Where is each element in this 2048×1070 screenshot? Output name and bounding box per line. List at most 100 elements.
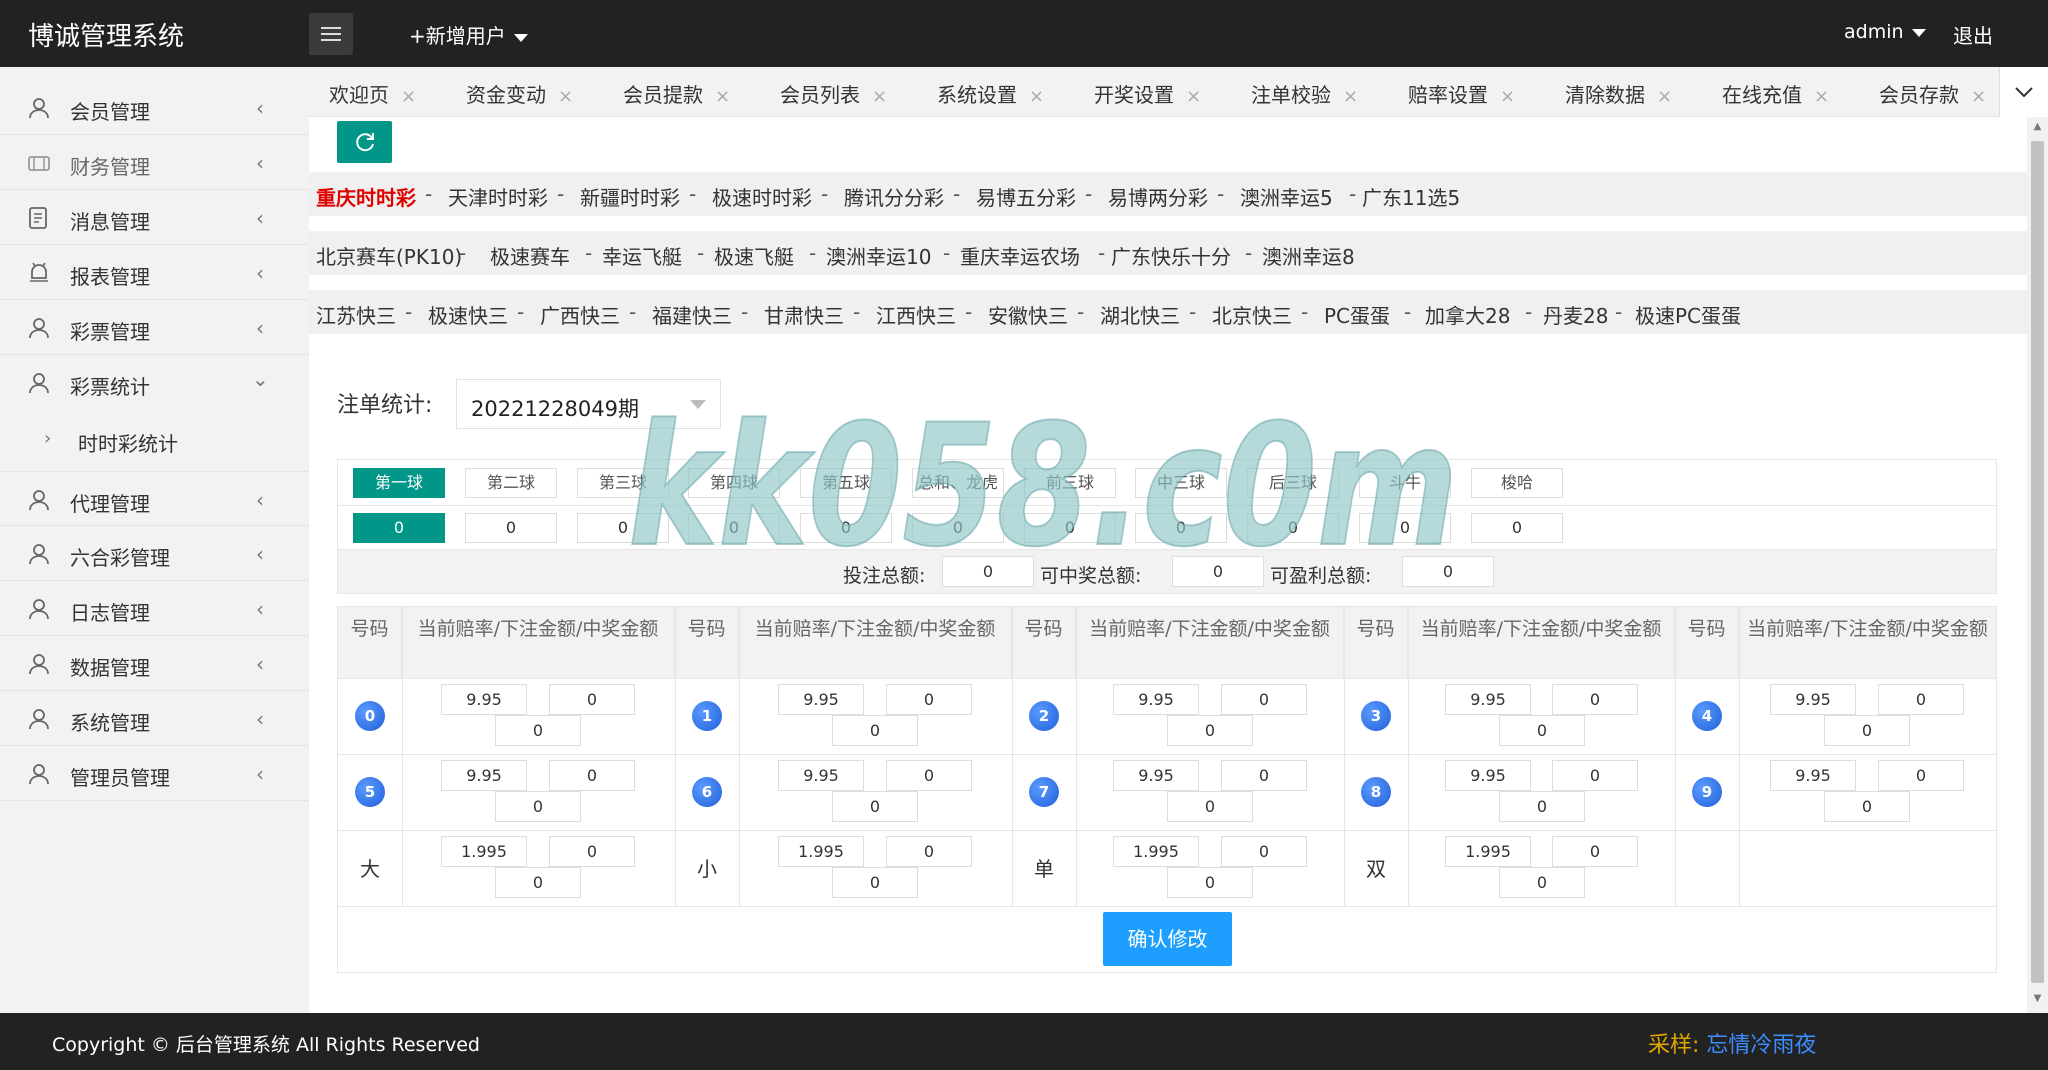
sidebar-item-messages[interactable]: 消息管理 ‹ xyxy=(0,190,309,245)
tab-draw-settings[interactable]: 开奖设置 × xyxy=(1094,79,1201,108)
win-amount-input[interactable]: 0 xyxy=(495,867,581,898)
sidebar-subitem-ssc-stats[interactable]: › 时时彩统计 xyxy=(0,412,309,467)
lottery-link[interactable]: 广东快乐十分 xyxy=(1111,241,1231,270)
win-amount-input[interactable]: 0 xyxy=(1167,715,1253,746)
odds-input[interactable]: 9.95 xyxy=(1113,684,1199,715)
lottery-link[interactable]: 极速赛车 xyxy=(490,241,570,270)
bet-amount-input[interactable]: 0 xyxy=(549,836,635,867)
lottery-link[interactable]: 极速飞艇 xyxy=(714,241,794,270)
odds-input[interactable]: 9.95 xyxy=(441,684,527,715)
refresh-button[interactable] xyxy=(337,121,392,163)
lottery-link[interactable]: 丹麦28 xyxy=(1543,300,1608,329)
bet-amount-input[interactable]: 0 xyxy=(1221,760,1307,791)
close-icon[interactable]: × xyxy=(401,86,416,107)
lottery-link[interactable]: 新疆时时彩 xyxy=(580,182,680,211)
odds-input[interactable]: 9.95 xyxy=(1770,684,1856,715)
lottery-link[interactable]: 江苏快三 xyxy=(316,300,396,329)
close-icon[interactable]: × xyxy=(1186,86,1201,107)
sidebar-item-system[interactable]: 系统管理 ‹ xyxy=(0,691,309,746)
win-amount-input[interactable]: 0 xyxy=(1167,791,1253,822)
sidebar-item-lottery-stats[interactable]: 彩票统计 ⌄ xyxy=(0,355,309,410)
tab-fund-changes[interactable]: 资金变动 × xyxy=(466,79,573,108)
sidebar-item-finance[interactable]: 财务管理 ‹ xyxy=(0,135,309,190)
lottery-link[interactable]: 极速PC蛋蛋 xyxy=(1635,300,1741,329)
close-icon[interactable]: × xyxy=(558,86,573,107)
odds-input[interactable]: 1.995 xyxy=(1445,836,1531,867)
win-amount-input[interactable]: 0 xyxy=(1167,867,1253,898)
close-icon[interactable]: × xyxy=(1029,86,1044,107)
close-icon[interactable]: × xyxy=(1500,86,1515,107)
tab-online-recharge[interactable]: 在线充值 × xyxy=(1722,79,1829,108)
ball-tab-2[interactable]: 第二球 xyxy=(465,468,557,498)
odds-input[interactable]: 9.95 xyxy=(441,760,527,791)
odds-input[interactable]: 9.95 xyxy=(1445,760,1531,791)
lottery-link[interactable]: 安徽快三 xyxy=(988,300,1068,329)
sidebar-item-lottery[interactable]: 彩票管理 ‹ xyxy=(0,300,309,355)
scroll-thumb[interactable] xyxy=(2031,141,2044,983)
lottery-link[interactable]: 北京快三 xyxy=(1212,300,1292,329)
odds-input[interactable]: 9.95 xyxy=(1445,684,1531,715)
bet-amount-input[interactable]: 0 xyxy=(549,760,635,791)
tab-member-deposit[interactable]: 会员存款 × xyxy=(1879,79,1986,108)
sidebar-item-members[interactable]: 会员管理 ‹ xyxy=(0,80,309,135)
odds-input[interactable]: 1.995 xyxy=(1113,836,1199,867)
tabs-more-button[interactable] xyxy=(1999,67,2048,117)
win-amount-input[interactable]: 0 xyxy=(1499,867,1585,898)
sidebar-item-reports[interactable]: 报表管理 ‹ xyxy=(0,245,309,300)
close-icon[interactable]: × xyxy=(715,86,730,107)
bet-amount-input[interactable]: 0 xyxy=(886,760,972,791)
lottery-link[interactable]: 澳洲幸运8 xyxy=(1262,241,1355,270)
sidebar-item-admins[interactable]: 管理员管理 ‹ xyxy=(0,746,309,801)
win-amount-input[interactable]: 0 xyxy=(1824,715,1910,746)
odds-input[interactable]: 1.995 xyxy=(778,836,864,867)
lottery-link-active[interactable]: 重庆时时彩 xyxy=(316,182,416,211)
tab-member-withdraw[interactable]: 会员提款 × xyxy=(623,79,730,108)
confirm-button[interactable]: 确认修改 xyxy=(1103,912,1232,966)
odds-input[interactable]: 9.95 xyxy=(778,760,864,791)
close-icon[interactable]: × xyxy=(1814,86,1829,107)
odds-input[interactable]: 9.95 xyxy=(778,684,864,715)
sidebar-item-mark-six[interactable]: 六合彩管理 ‹ xyxy=(0,526,309,581)
bet-amount-input[interactable]: 0 xyxy=(1552,836,1638,867)
lottery-link[interactable]: 江西快三 xyxy=(876,300,956,329)
win-amount-input[interactable]: 0 xyxy=(495,791,581,822)
ball-tab-showhand[interactable]: 梭哈 xyxy=(1471,468,1563,498)
odds-input[interactable]: 9.95 xyxy=(1770,760,1856,791)
lottery-link[interactable]: 重庆幸运农场 xyxy=(960,241,1080,270)
win-amount-input[interactable]: 0 xyxy=(1824,791,1910,822)
logout-link[interactable]: 退出 xyxy=(1953,20,1993,49)
odds-input[interactable]: 1.995 xyxy=(441,836,527,867)
win-amount-input[interactable]: 0 xyxy=(832,867,918,898)
lottery-link[interactable]: 极速时时彩 xyxy=(712,182,812,211)
lottery-link[interactable]: 易博五分彩 xyxy=(976,182,1076,211)
menu-toggle-button[interactable] xyxy=(309,13,353,55)
ball-tab-1[interactable]: 第一球 xyxy=(353,468,445,498)
tab-odds-settings[interactable]: 赔率设置 × xyxy=(1408,79,1515,108)
bet-amount-input[interactable]: 0 xyxy=(886,836,972,867)
close-icon[interactable]: × xyxy=(1971,86,1986,107)
bet-amount-input[interactable]: 0 xyxy=(549,684,635,715)
lottery-link[interactable]: 澳洲幸运10 xyxy=(826,241,931,270)
tab-member-list[interactable]: 会员列表 × xyxy=(780,79,887,108)
lottery-link[interactable]: 澳洲幸运5 xyxy=(1240,182,1333,211)
tab-welcome[interactable]: 欢迎页 × xyxy=(329,79,416,108)
lottery-link[interactable]: 广西快三 xyxy=(540,300,620,329)
sidebar-item-agents[interactable]: 代理管理 ‹ xyxy=(0,471,309,526)
win-amount-input[interactable]: 0 xyxy=(1499,715,1585,746)
win-amount-input[interactable]: 0 xyxy=(832,791,918,822)
lottery-link[interactable]: 易博两分彩 xyxy=(1108,182,1208,211)
lottery-link[interactable]: 广东11选5 xyxy=(1362,182,1460,211)
close-icon[interactable]: × xyxy=(872,86,887,107)
bet-amount-input[interactable]: 0 xyxy=(1221,836,1307,867)
bet-amount-input[interactable]: 0 xyxy=(1552,684,1638,715)
scroll-down-arrow-icon[interactable]: ▼ xyxy=(2027,993,2048,1007)
close-icon[interactable]: × xyxy=(1657,86,1672,107)
win-amount-input[interactable]: 0 xyxy=(1499,791,1585,822)
bet-amount-input[interactable]: 0 xyxy=(1878,760,1964,791)
sidebar-item-logs[interactable]: 日志管理 ‹ xyxy=(0,581,309,636)
bet-amount-input[interactable]: 0 xyxy=(886,684,972,715)
lottery-link[interactable]: 甘肃快三 xyxy=(764,300,844,329)
win-amount-input[interactable]: 0 xyxy=(832,715,918,746)
sidebar-item-data[interactable]: 数据管理 ‹ xyxy=(0,636,309,691)
win-amount-input[interactable]: 0 xyxy=(495,715,581,746)
